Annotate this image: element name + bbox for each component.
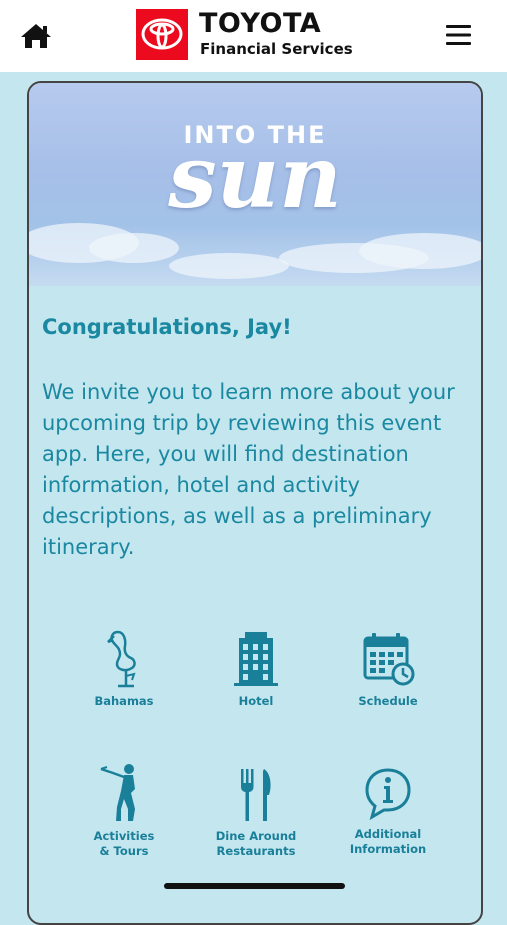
- tile-label: Additional Information: [349, 827, 427, 856]
- tile-hotel[interactable]: Hotel: [201, 628, 311, 709]
- brand-name: TOYOTA: [199, 8, 322, 39]
- menu-button[interactable]: [444, 22, 474, 48]
- calendar-clock-icon: [363, 633, 415, 686]
- hero-title-script: sun: [168, 127, 342, 228]
- toyota-emblem-icon: [141, 18, 183, 50]
- tile-label: Dine Around Restaurants: [215, 829, 297, 858]
- tile-dining[interactable]: Dine Around Restaurants: [201, 767, 311, 859]
- intro-text: We invite you to learn more about your u…: [42, 380, 455, 559]
- toyota-logo[interactable]: [136, 9, 188, 60]
- hamburger-menu-icon: [446, 25, 471, 45]
- tile-label: Hotel: [238, 694, 274, 708]
- tile-bahamas[interactable]: Bahamas: [69, 628, 179, 709]
- golfer-icon: [100, 764, 135, 821]
- flamingo-icon: [107, 630, 136, 688]
- home-button[interactable]: [19, 22, 53, 50]
- info-bubble-icon: [365, 768, 411, 821]
- event-card: INTO THE sun Congratulations, Jay! We in…: [27, 81, 483, 925]
- tile-schedule[interactable]: Schedule: [333, 628, 443, 709]
- tile-info[interactable]: Additional Information: [333, 767, 443, 857]
- brand-subtitle: Financial Services: [200, 40, 353, 58]
- home-indicator-bar[interactable]: [164, 883, 345, 889]
- home-icon: [21, 24, 51, 48]
- tile-label: Activities & Tours: [93, 829, 155, 858]
- tile-activities[interactable]: Activities & Tours: [69, 763, 179, 859]
- app-header: TOYOTA Financial Services: [0, 0, 507, 72]
- hero-banner: INTO THE sun: [29, 83, 481, 286]
- building-icon: [234, 632, 278, 686]
- tile-label: Schedule: [358, 694, 418, 708]
- tile-label: Bahamas: [94, 694, 154, 708]
- greeting-heading: Congratulations, Jay!: [42, 315, 292, 339]
- fork-knife-icon: [241, 769, 271, 821]
